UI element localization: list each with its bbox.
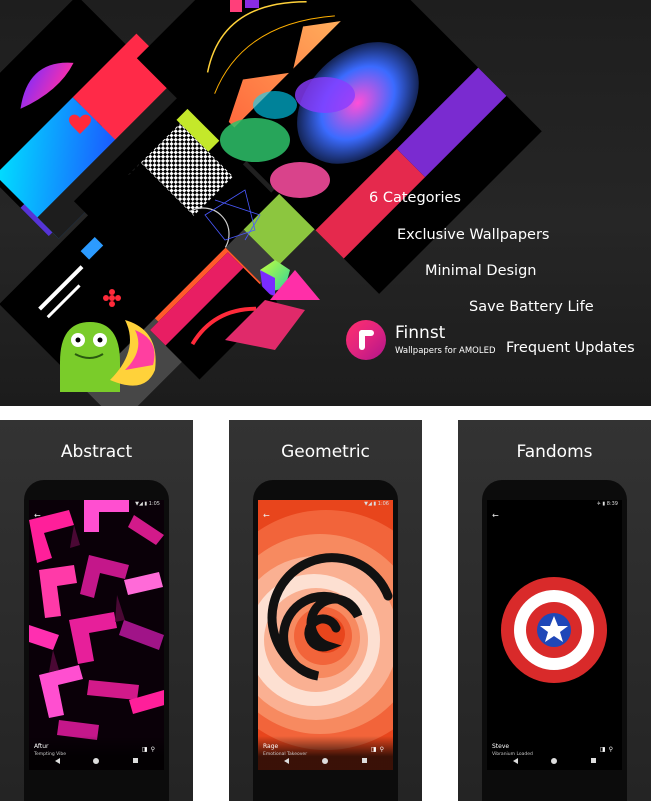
wallpaper-subtitle: Tempting Vibe bbox=[34, 752, 67, 757]
phone-screen: ▼◢ ▮ 1:06 ← Rage Emotional Takeover ◨⚲ bbox=[258, 500, 393, 770]
back-arrow-icon[interactable]: ← bbox=[492, 511, 499, 520]
promo-banner: 6 Categories Exclusive Wallpapers Minima… bbox=[0, 0, 651, 406]
status-bar: ▼◢ ▮ 1:05 bbox=[135, 501, 160, 507]
feature-categories: 6 Categories bbox=[369, 190, 461, 206]
category-card-geometric: Geometric ▼◢ ▮ 1:06 ← Rage Emotional Tak… bbox=[229, 420, 422, 801]
feature-updates: Frequent Updates bbox=[506, 340, 635, 356]
feature-minimal: Minimal Design bbox=[425, 263, 537, 279]
nav-home-icon[interactable] bbox=[93, 758, 99, 764]
category-card-fandoms: Fandoms ✈ ▮ 8:39 ← Steve Vibranium Loade… bbox=[458, 420, 651, 801]
wallpaper-actions: ◨⚲ bbox=[371, 746, 387, 753]
info-icon[interactable]: ⚲ bbox=[609, 746, 616, 753]
category-title: Fandoms bbox=[516, 442, 593, 462]
category-title: Abstract bbox=[60, 442, 133, 462]
category-title: Geometric bbox=[281, 442, 370, 462]
nav-bar bbox=[258, 758, 393, 768]
nav-recents-icon[interactable] bbox=[591, 758, 596, 763]
status-bar: ✈ ▮ 8:39 bbox=[596, 501, 618, 507]
wallpaper-name: Steve bbox=[492, 743, 510, 750]
apply-icon[interactable]: ◨ bbox=[371, 746, 380, 753]
apply-icon[interactable]: ◨ bbox=[142, 746, 151, 753]
phone-screen: ✈ ▮ 8:39 ← Steve Vibranium Loaded ◨⚲ bbox=[487, 500, 622, 770]
nav-back-icon[interactable] bbox=[513, 758, 518, 764]
info-icon[interactable]: ⚲ bbox=[380, 746, 387, 753]
brand-tagline: Wallpapers for AMOLED bbox=[395, 346, 496, 356]
brand-name: Finnst bbox=[395, 323, 446, 343]
nav-home-icon[interactable] bbox=[551, 758, 557, 764]
wallpaper-name: Rage bbox=[263, 743, 279, 750]
status-bar: ▼◢ ▮ 1:06 bbox=[364, 501, 389, 507]
finnst-logo-icon bbox=[346, 320, 386, 360]
wallpaper-actions: ◨⚲ bbox=[600, 746, 616, 753]
nav-home-icon[interactable] bbox=[322, 758, 328, 764]
shield-icon bbox=[501, 577, 607, 683]
feature-exclusive: Exclusive Wallpapers bbox=[397, 227, 550, 243]
info-icon[interactable]: ⚲ bbox=[151, 746, 158, 753]
phone-frame: ✈ ▮ 8:39 ← Steve Vibranium Loaded ◨⚲ bbox=[482, 480, 627, 801]
abstract-wallpaper bbox=[29, 500, 164, 770]
wallpaper-subtitle: Vibranium Loaded bbox=[492, 752, 533, 757]
nav-recents-icon[interactable] bbox=[133, 758, 138, 763]
phone-screen: ▼◢ ▮ 1:05 ← Aftur Tempting Vibe ◨⚲ bbox=[29, 500, 164, 770]
geometric-wallpaper bbox=[258, 500, 393, 770]
nav-recents-icon[interactable] bbox=[362, 758, 367, 763]
category-card-abstract: Abstract ▼◢ ▮ 1:05 ← Aftur Tempting Vibe… bbox=[0, 420, 193, 801]
nav-back-icon[interactable] bbox=[55, 758, 60, 764]
phone-frame: ▼◢ ▮ 1:06 ← Rage Emotional Takeover ◨⚲ bbox=[253, 480, 398, 801]
wallpaper-name: Aftur bbox=[34, 743, 49, 750]
wallpaper-subtitle: Emotional Takeover bbox=[263, 752, 308, 757]
back-arrow-icon[interactable]: ← bbox=[34, 511, 41, 520]
nav-bar bbox=[487, 758, 622, 768]
nav-back-icon[interactable] bbox=[284, 758, 289, 764]
feature-battery: Save Battery Life bbox=[469, 299, 594, 315]
back-arrow-icon[interactable]: ← bbox=[263, 511, 270, 520]
wallpaper-actions: ◨⚲ bbox=[142, 746, 158, 753]
apply-icon[interactable]: ◨ bbox=[600, 746, 609, 753]
phone-frame: ▼◢ ▮ 1:05 ← Aftur Tempting Vibe ◨⚲ bbox=[24, 480, 169, 801]
nav-bar bbox=[29, 758, 164, 768]
fandoms-wallpaper bbox=[487, 500, 622, 770]
